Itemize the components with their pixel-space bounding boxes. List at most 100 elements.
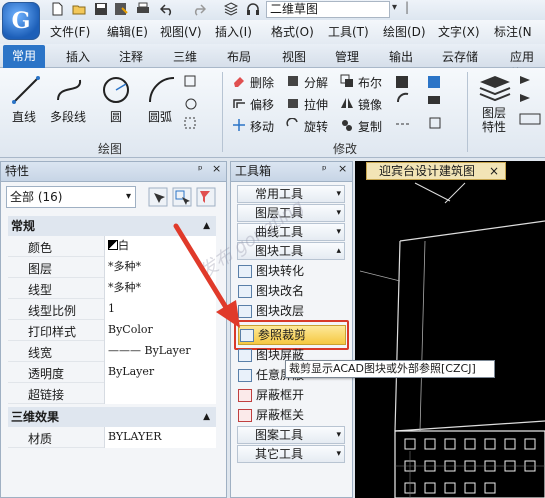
tool-xref-clip[interactable]: 参照裁剪: [238, 325, 346, 345]
section-3d-effects[interactable]: 三维效果 ▲: [8, 407, 216, 427]
property-value[interactable]: [104, 383, 216, 404]
rotate-icon[interactable]: [286, 118, 300, 132]
layer-properties-icon[interactable]: [478, 74, 512, 102]
print-icon[interactable]: [136, 2, 150, 16]
move-label[interactable]: 移动: [250, 118, 274, 135]
modify-extra-icons[interactable]: [394, 74, 454, 134]
boolean-label[interactable]: 布尔: [358, 74, 382, 91]
tool-block-convert[interactable]: 图块转化: [237, 262, 351, 282]
chevron-down-icon: ▾: [336, 189, 341, 199]
title-dropdown-icon[interactable]: ▾: [392, 2, 397, 13]
pin-icon[interactable]: ᵖ: [322, 163, 327, 176]
tool-block-rename[interactable]: 图块改名: [237, 282, 351, 302]
drawing-tab[interactable]: 迎宾台设计建筑图 ×: [366, 162, 506, 180]
category-hatch-tools[interactable]: 图案工具 ▾: [237, 426, 345, 444]
menu-draw[interactable]: 绘图(D): [383, 23, 426, 40]
property-row-lineweight[interactable]: 线宽 ——— ByLayer: [8, 341, 216, 362]
tool-mask-frame-on[interactable]: 屏蔽框开: [237, 386, 351, 406]
tab-view[interactable]: 视图: [282, 48, 306, 65]
color-value: 白: [118, 239, 129, 252]
offset-label[interactable]: 偏移: [250, 96, 274, 113]
tab-cloud-storage[interactable]: 云存储: [442, 48, 478, 65]
chevron-up-icon: ▴: [336, 246, 341, 256]
property-row-hyperlink[interactable]: 超链接: [8, 383, 216, 404]
stretch-label[interactable]: 拉伸: [304, 96, 328, 113]
tool-block-change-layer[interactable]: 图块改层: [237, 302, 351, 322]
property-name: 超链接: [28, 388, 65, 402]
draw-extra-icons[interactable]: [183, 74, 213, 134]
pin-icon[interactable]: ᵖ: [198, 163, 203, 176]
open-folder-icon[interactable]: [72, 2, 86, 16]
category-other-tools[interactable]: 其它工具 ▾: [237, 445, 345, 463]
erase-icon[interactable]: [232, 74, 246, 88]
tab-insert[interactable]: 插入: [66, 48, 90, 65]
property-value[interactable]: ——— ByLayer: [104, 341, 216, 362]
free-mask-icon: [238, 369, 252, 382]
new-file-icon[interactable]: [50, 2, 64, 16]
redo-icon[interactable]: [192, 2, 206, 16]
tab-3d[interactable]: 三维: [173, 48, 197, 65]
polyline-label[interactable]: 多段线: [50, 108, 86, 125]
mirror-icon[interactable]: [340, 96, 354, 110]
arc-icon[interactable]: [146, 74, 178, 106]
boolean-icon[interactable]: [340, 74, 354, 88]
tab-layout[interactable]: 布局: [227, 48, 251, 65]
tab-manage[interactable]: 管理: [335, 48, 359, 65]
explode-label[interactable]: 分解: [304, 74, 328, 91]
close-icon[interactable]: ×: [212, 162, 221, 175]
menu-format[interactable]: 格式(O): [271, 23, 314, 40]
layers-icon[interactable]: [224, 2, 238, 16]
save-as-icon[interactable]: [114, 2, 128, 16]
close-tab-icon[interactable]: ×: [489, 163, 499, 180]
line-icon[interactable]: [10, 74, 42, 106]
close-icon[interactable]: ×: [338, 162, 347, 175]
arc-label[interactable]: 圆弧: [148, 108, 172, 125]
document-title-field[interactable]: 二维草图: [266, 1, 390, 18]
property-value[interactable]: BYLAYER: [104, 427, 216, 448]
rotate-label[interactable]: 旋转: [304, 118, 328, 135]
section-general-label: 常规: [11, 219, 36, 233]
menu-text[interactable]: 文字(X): [438, 23, 480, 40]
tool-mask-frame-off[interactable]: 屏蔽框关: [237, 406, 351, 426]
circle-label[interactable]: 圆: [110, 108, 122, 125]
property-name: 线型比例: [28, 304, 77, 318]
tab-home[interactable]: 常用: [3, 45, 45, 68]
menu-edit[interactable]: 编辑(E): [107, 23, 148, 40]
circle-icon[interactable]: [100, 74, 132, 106]
copy-label[interactable]: 复制: [358, 118, 382, 135]
drawing-tab-title: 迎宾台设计建筑图: [379, 164, 476, 178]
explode-icon[interactable]: [286, 74, 300, 88]
menu-view[interactable]: 视图(V): [160, 23, 202, 40]
menu-tools[interactable]: 工具(T): [328, 23, 369, 40]
offset-icon[interactable]: [232, 96, 246, 110]
selection-dropdown[interactable]: 全部 (16) ▾: [6, 186, 136, 208]
headset-icon[interactable]: [246, 2, 260, 16]
cad-drawing: [359, 182, 545, 498]
menu-file[interactable]: 文件(F): [50, 23, 90, 40]
stretch-icon[interactable]: [286, 96, 300, 110]
property-row-transparency[interactable]: 透明度 ByLayer: [8, 362, 216, 383]
layer-extra-icons[interactable]: [518, 74, 545, 130]
layer-properties-label[interactable]: 图层 特性: [482, 106, 512, 134]
move-icon[interactable]: [232, 118, 246, 132]
toolbox-header: 工具箱: [231, 162, 352, 182]
property-row-material[interactable]: 材质 BYLAYER: [8, 427, 216, 448]
menu-insert[interactable]: 插入(I): [215, 23, 252, 40]
erase-label[interactable]: 删除: [250, 74, 274, 91]
app-logo[interactable]: G: [2, 2, 40, 40]
category-label: 图块工具: [255, 244, 304, 258]
property-value[interactable]: ByLayer: [104, 362, 216, 383]
menu-dimension[interactable]: 标注(N: [494, 23, 532, 40]
tab-output[interactable]: 输出: [389, 48, 413, 65]
copy-icon[interactable]: [340, 118, 354, 132]
toggle-pickadd-icon[interactable]: [148, 187, 168, 207]
undo-icon[interactable]: [160, 2, 174, 16]
select-objects-icon[interactable]: [172, 187, 192, 207]
quick-select-icon[interactable]: [196, 187, 216, 207]
tab-annotate[interactable]: 注释: [119, 48, 143, 65]
line-label[interactable]: 直线: [12, 108, 36, 125]
mirror-label[interactable]: 镜像: [358, 96, 382, 113]
save-icon[interactable]: [94, 2, 108, 16]
polyline-icon[interactable]: [54, 74, 86, 106]
property-name: 线型: [28, 283, 53, 297]
